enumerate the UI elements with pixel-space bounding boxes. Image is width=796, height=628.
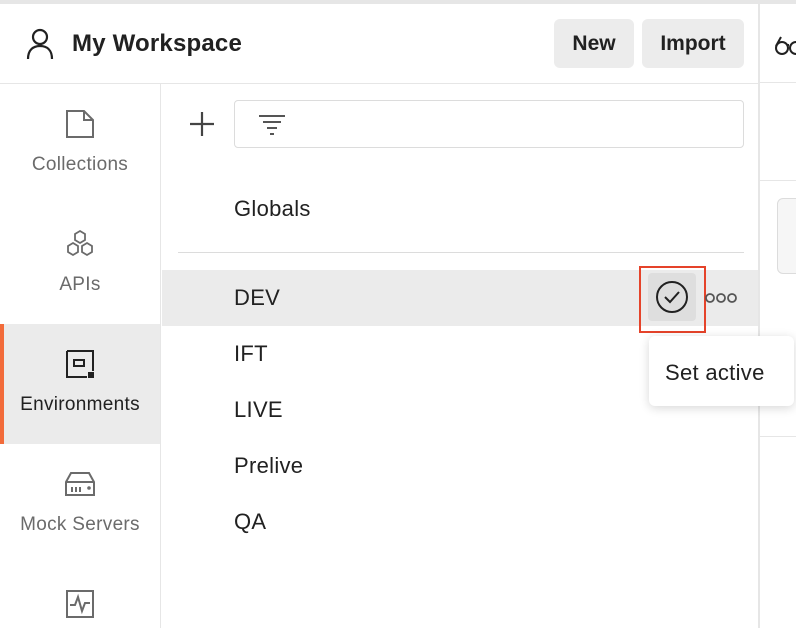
apis-icon [64,228,96,260]
sidebar-item-label: Collections [31,154,129,175]
user-icon [24,26,56,62]
divider [760,436,796,437]
monitor-icon [64,588,96,620]
glasses-icon[interactable] [774,34,796,58]
environment-label: DEV [234,285,281,310]
highlight-box [639,266,706,333]
environment-label: IFT [234,341,268,366]
sidebar-item-collections[interactable]: Collections [0,84,160,204]
mock-server-icon [64,468,96,500]
environments-icon [64,348,96,380]
sidebar-item-label: APIs [59,274,101,295]
environment-label: Prelive [234,453,304,478]
divider [760,180,796,181]
environment-label: QA [234,509,267,534]
divider [760,82,796,83]
environment-row-qa[interactable]: QA [162,494,758,550]
divider [178,252,744,253]
sidebar-item-monitors[interactable] [0,564,160,628]
right-pane [760,4,796,628]
collection-icon [64,108,96,140]
sidebar-item-label: Mock Servers [20,514,140,535]
tooltip-text: Set active [665,360,765,385]
filter-icon [257,111,287,139]
set-active-tooltip: Set active [649,336,794,406]
workspace-title: My Workspace [72,30,243,57]
active-indicator [0,324,4,444]
sidebar-item-apis[interactable]: APIs [0,204,160,324]
add-environment-icon[interactable] [186,108,218,140]
globals-item[interactable]: Globals [178,180,744,236]
sidebar: Collections APIs Environments Mock Serve… [0,84,161,628]
more-options-icon[interactable] [704,288,738,308]
sidebar-item-mock-servers[interactable]: Mock Servers [0,444,160,564]
filter-input[interactable] [234,100,744,148]
environment-row-prelive[interactable]: Prelive [162,438,758,494]
sidebar-item-label: Environments [20,394,140,415]
sidebar-item-environments[interactable]: Environments [0,324,160,444]
right-pane-card[interactable] [777,198,796,274]
environment-label: LIVE [234,397,283,422]
new-button[interactable]: New [554,19,634,68]
import-button[interactable]: Import [642,19,744,68]
workspace-header: My Workspace New Import [0,4,758,84]
globals-label: Globals [234,196,311,221]
